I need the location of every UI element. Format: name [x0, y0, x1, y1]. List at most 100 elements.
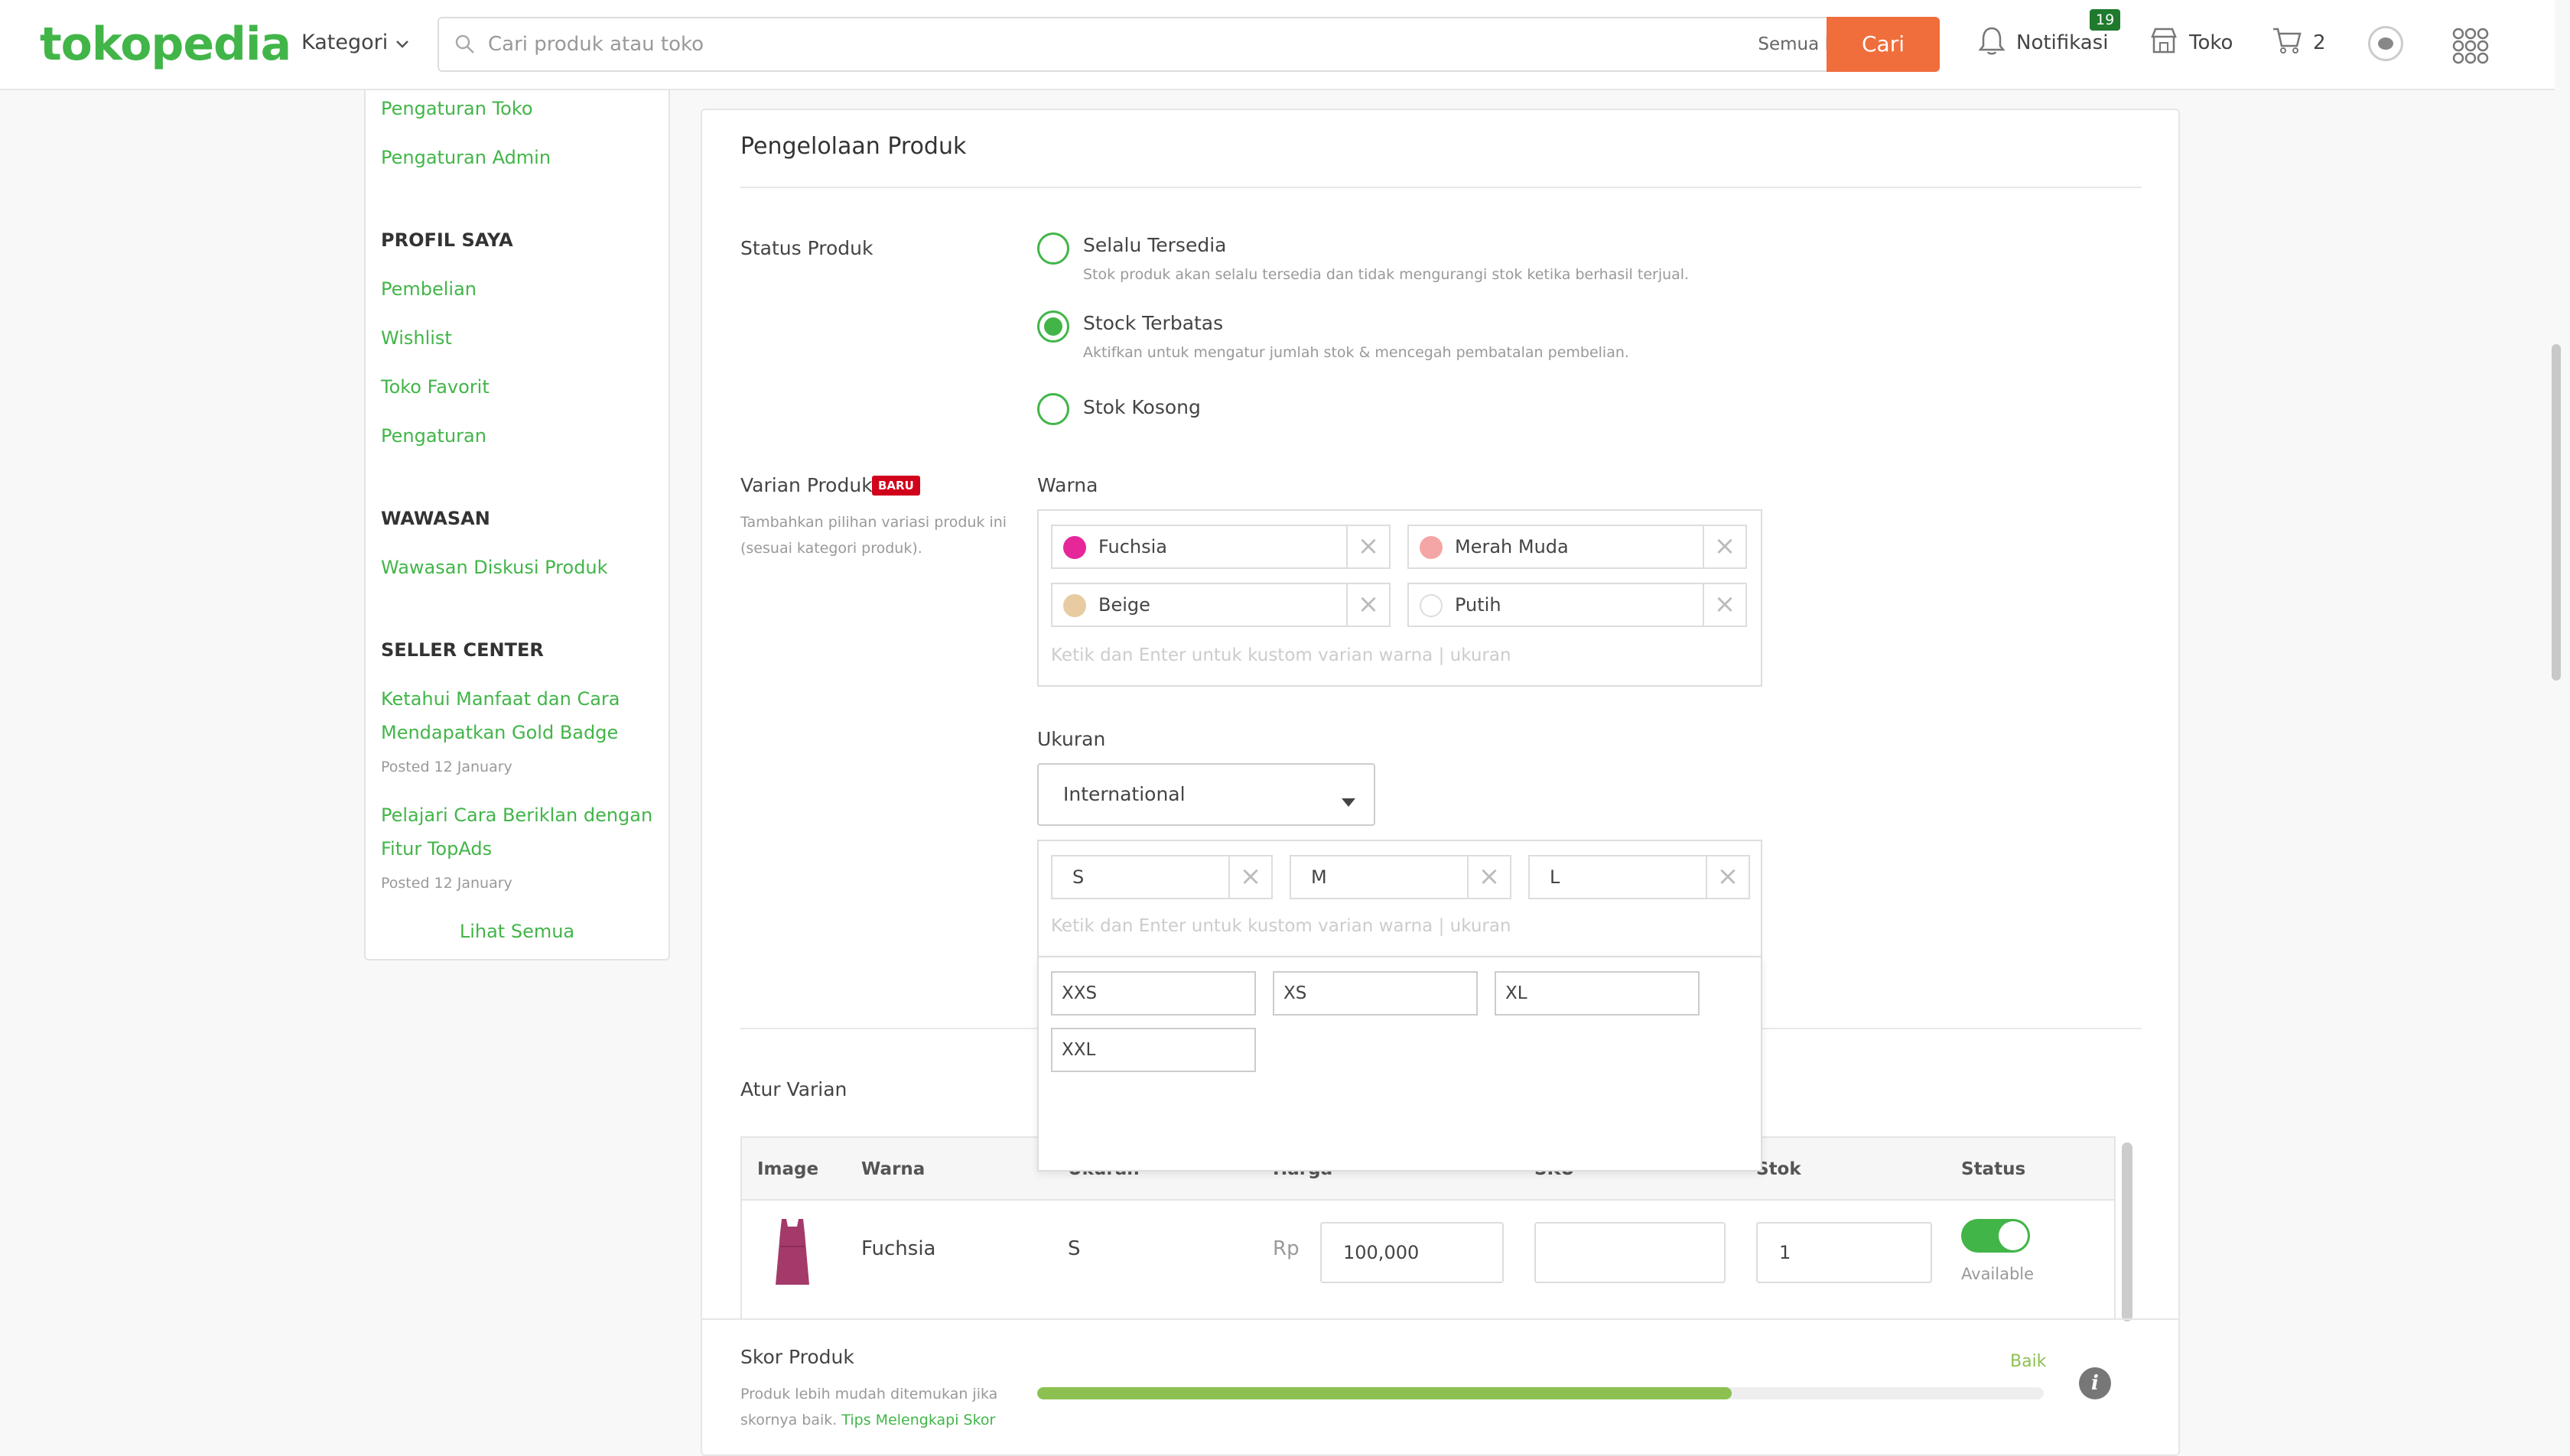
- radio-stok-kosong[interactable]: [1037, 393, 1069, 425]
- divider: [701, 1318, 2180, 1320]
- harga-input[interactable]: 100,000: [1320, 1222, 1504, 1283]
- color-swatch: [1420, 594, 1443, 617]
- warna-chip: Merah Muda ×: [1407, 525, 1747, 569]
- ukuran-option[interactable]: XS: [1273, 971, 1478, 1016]
- warna-chip: Fuchsia ×: [1051, 525, 1391, 569]
- ukuran-chip: L ×: [1528, 855, 1750, 899]
- skor-help-line: skornya baik. Tips Melengkapi Skor: [740, 1407, 995, 1433]
- sidebar-item-wawasan-diskusi[interactable]: Wawasan Diskusi Produk: [381, 551, 608, 584]
- column-header: Stok: [1756, 1159, 1801, 1179]
- ukuran-option[interactable]: XL: [1495, 971, 1700, 1016]
- column-header: Image: [757, 1159, 819, 1179]
- ukuran-option[interactable]: XXS: [1051, 971, 1256, 1016]
- apps-grid-icon[interactable]: [2452, 28, 2489, 69]
- bell-icon: [1978, 25, 2006, 61]
- color-swatch: [1420, 536, 1443, 559]
- info-icon[interactable]: i: [2079, 1367, 2111, 1399]
- status-produk-label: Status Produk: [740, 237, 873, 259]
- close-icon[interactable]: ×: [1467, 856, 1510, 898]
- skor-help: skornya baik.: [740, 1412, 838, 1428]
- warna-label: Warna: [1037, 474, 1098, 496]
- page-title: Pengelolaan Produk: [740, 133, 967, 160]
- row-warna: Fuchsia: [861, 1237, 936, 1260]
- sidebar-item-pengaturan-admin[interactable]: Pengaturan Admin: [381, 141, 551, 174]
- user-avatar[interactable]: [2368, 26, 2403, 61]
- sidebar-item-pembelian[interactable]: Pembelian: [381, 272, 477, 306]
- seller-post-date: Posted 12 January: [381, 875, 512, 892]
- sku-input[interactable]: [1534, 1222, 1726, 1283]
- skor-progress-bar: [1037, 1387, 2044, 1399]
- varian-help: (sesuai kategori produk).: [740, 540, 922, 557]
- status-toggle[interactable]: [1961, 1219, 2030, 1253]
- chip-label: Fuchsia: [1098, 536, 1167, 557]
- notification-count-badge: 19: [2090, 9, 2121, 31]
- ukuran-label: Ukuran: [1037, 728, 1106, 750]
- currency-label: Rp: [1273, 1237, 1300, 1260]
- search-button[interactable]: Cari: [1827, 17, 1940, 72]
- atur-varian-label: Atur Varian: [740, 1078, 847, 1100]
- ukuran-options-dropdown: XXS XS XL XXL: [1037, 956, 1762, 1172]
- caret-down-icon: [1342, 791, 1355, 812]
- stok-input[interactable]: 1: [1756, 1222, 1932, 1283]
- close-icon[interactable]: ×: [1703, 584, 1745, 626]
- chip-label: S: [1072, 866, 1085, 888]
- notification-button[interactable]: Notifikasi: [1978, 23, 2108, 63]
- sidebar-item-pengaturan-toko[interactable]: Pengaturan Toko: [381, 92, 533, 125]
- ukuran-custom-input[interactable]: Ketik dan Enter untuk kustom varian warn…: [1051, 916, 1511, 936]
- divider: [740, 187, 2142, 188]
- kategori-menu[interactable]: Kategori: [301, 28, 409, 58]
- ukuran-select[interactable]: International: [1037, 763, 1375, 826]
- search-input[interactable]: [488, 18, 1589, 70]
- product-thumbnail[interactable]: [769, 1216, 815, 1291]
- seller-post-title-line[interactable]: Pelajari Cara Beriklan dengan: [381, 798, 652, 832]
- sidebar: Pengaturan Toko Pengaturan Admin PROFIL …: [364, 90, 670, 960]
- ukuran-chip-box: S × M × L × Ketik dan Enter untuk kustom…: [1037, 840, 1762, 957]
- notification-label: Notifikasi: [2016, 31, 2109, 54]
- varian-produk-label: Varian Produk: [740, 474, 873, 496]
- chip-label: M: [1311, 866, 1327, 888]
- see-all-link[interactable]: Lihat Semua: [366, 915, 669, 948]
- sidebar-item-pengaturan[interactable]: Pengaturan: [381, 419, 486, 453]
- avatar-icon: [2378, 37, 2393, 50]
- radio-title: Stok Kosong: [1083, 396, 1201, 418]
- toko-button[interactable]: Toko: [2149, 23, 2233, 63]
- sidebar-heading-wawasan: WAWASAN: [381, 508, 490, 529]
- cart-button[interactable]: 2: [2272, 23, 2326, 63]
- chevron-down-icon: [395, 28, 409, 58]
- close-icon[interactable]: ×: [1706, 856, 1749, 898]
- sidebar-item-wishlist[interactable]: Wishlist: [381, 321, 452, 355]
- chip-label: Beige: [1098, 594, 1150, 616]
- close-icon[interactable]: ×: [1346, 526, 1389, 567]
- column-header: Warna: [861, 1159, 926, 1179]
- varian-help: Tambahkan pilihan variasi produk ini: [740, 514, 1007, 531]
- search-bar: Semua Kategori: [438, 17, 1940, 72]
- cart-count: 2: [2313, 31, 2326, 54]
- ukuran-select-value: International: [1063, 783, 1186, 805]
- skor-rating: Baik: [2010, 1352, 2047, 1371]
- row-ukuran: S: [1068, 1237, 1081, 1260]
- skor-tips-link[interactable]: Tips Melengkapi Skor: [841, 1412, 995, 1428]
- sidebar-item-toko-favorit[interactable]: Toko Favorit: [381, 370, 490, 404]
- store-icon: [2149, 26, 2178, 60]
- seller-post-title-line[interactable]: Ketahui Manfaat dan Cara: [381, 682, 620, 716]
- seller-post-title-line[interactable]: Fitur TopAds: [381, 832, 492, 866]
- column-header: Status: [1961, 1159, 2026, 1179]
- close-icon[interactable]: ×: [1346, 584, 1389, 626]
- radio-stock-terbatas[interactable]: [1037, 310, 1069, 343]
- table-scrollbar[interactable]: [2122, 1142, 2132, 1321]
- warna-custom-input[interactable]: Ketik dan Enter untuk kustom varian warn…: [1051, 645, 1511, 665]
- close-icon[interactable]: ×: [1228, 856, 1271, 898]
- seller-post-title-line[interactable]: Mendapatkan Gold Badge: [381, 716, 618, 749]
- search-icon: [454, 34, 476, 60]
- sidebar-heading-profil: PROFIL SAYA: [381, 229, 513, 251]
- close-icon[interactable]: ×: [1703, 526, 1745, 567]
- radio-selalu-tersedia[interactable]: [1037, 232, 1069, 265]
- ukuran-option[interactable]: XXL: [1051, 1028, 1256, 1072]
- ukuran-chip: S ×: [1051, 855, 1273, 899]
- status-text: Available: [1961, 1265, 2035, 1283]
- page-scrollbar[interactable]: [2552, 344, 2561, 681]
- skor-produk-label: Skor Produk: [740, 1346, 854, 1368]
- radio-title: Stock Terbatas: [1083, 312, 1224, 334]
- tokopedia-logo[interactable]: tokopedia: [40, 14, 291, 75]
- chip-label: Merah Muda: [1455, 536, 1569, 557]
